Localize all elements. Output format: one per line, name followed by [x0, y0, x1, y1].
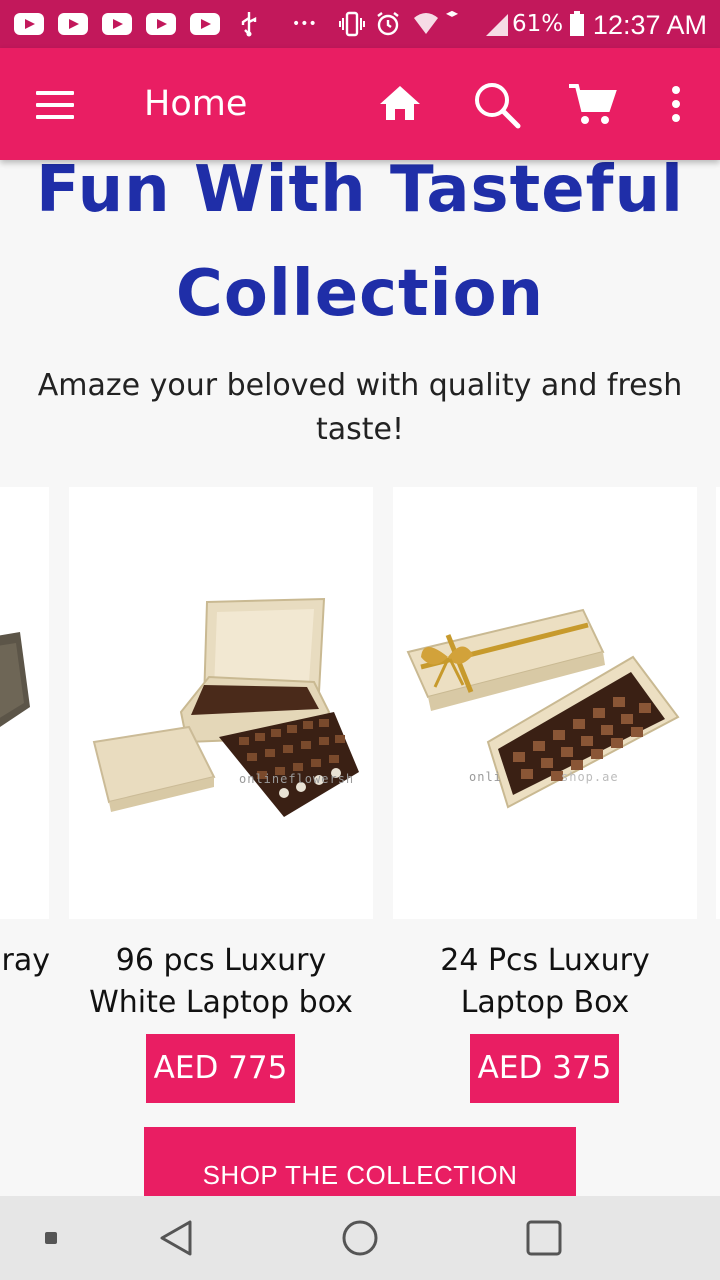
- product-image: [0, 632, 30, 727]
- usb-icon: [238, 10, 260, 46]
- product-image: onlineflowersh: [92, 597, 359, 817]
- product-price[interactable]: AED 775: [146, 1034, 295, 1103]
- back-icon[interactable]: [152, 1214, 200, 1262]
- home-nav-icon[interactable]: [336, 1214, 384, 1262]
- product-card[interactable]: onli shop.ae: [393, 487, 697, 919]
- recents-icon[interactable]: [520, 1214, 568, 1262]
- youtube-notification-icon: [102, 13, 132, 35]
- youtube-notification-icon: [58, 13, 88, 35]
- battery-icon: [568, 10, 586, 46]
- youtube-notification-icon: [14, 13, 44, 35]
- product-card[interactable]: onlineflowersh: [69, 487, 373, 919]
- search-icon[interactable]: [470, 78, 522, 130]
- collection-section: Fun With Tasteful Collection Amaze your …: [0, 160, 720, 1196]
- status-time: 12:37 AM: [592, 10, 707, 40]
- youtube-notification-icon: [146, 13, 176, 35]
- vibrate-icon: [338, 10, 366, 46]
- app-bar: Home: [0, 48, 720, 160]
- more-notifications-icon: •••: [292, 16, 317, 32]
- system-nav-bar: [0, 1196, 720, 1280]
- product-card[interactable]: [716, 487, 720, 919]
- svg-text:onli: onli: [469, 770, 502, 784]
- battery-level-text: 61%: [512, 11, 564, 37]
- wifi-icon: [412, 10, 440, 46]
- product-price[interactable]: AED 375: [470, 1034, 619, 1103]
- home-icon[interactable]: [374, 78, 426, 130]
- collection-headline: Fun With Tasteful Collection: [0, 160, 720, 346]
- collection-subtitle: Amaze your beloved with quality and fres…: [37, 368, 683, 447]
- data-indicator-icon: ◂▸: [446, 6, 459, 20]
- product-card[interactable]: [0, 487, 49, 919]
- nav-dot-icon: [27, 1214, 75, 1262]
- product-name[interactable]: 96 pcs Luxury White Laptop box: [69, 940, 373, 1024]
- svg-text:shop.ae: shop.ae: [561, 770, 619, 784]
- headline-line-1: Fun With Tasteful: [36, 160, 684, 227]
- shop-collection-button[interactable]: SHOP THE COLLECTION: [144, 1127, 576, 1196]
- headline-line-2: Collection: [175, 257, 545, 331]
- more-vert-icon[interactable]: [650, 78, 702, 130]
- product-name-line-2: Laptop Box: [460, 985, 630, 1020]
- product-image: onli shop.ae: [406, 608, 680, 809]
- status-bar: ••• ◂▸ 61% 12:37 AM: [0, 0, 720, 48]
- page-title: Home: [144, 84, 248, 124]
- youtube-notification-icon: [190, 13, 220, 35]
- product-name-fragment[interactable]: ray: [0, 940, 50, 982]
- product-name-line-2: White Laptop box: [89, 985, 353, 1020]
- signal-icon: [484, 10, 510, 46]
- product-name-line-1: 96 pcs Luxury: [115, 943, 327, 978]
- product-name[interactable]: 24 Pcs Luxury Laptop Box: [393, 940, 697, 1024]
- menu-icon[interactable]: [36, 91, 76, 119]
- svg-text:onlineflowersh: onlineflowersh: [239, 772, 354, 786]
- alarm-icon: [374, 10, 402, 46]
- product-name-line-1: 24 Pcs Luxury: [440, 943, 650, 978]
- cart-icon[interactable]: [566, 78, 618, 130]
